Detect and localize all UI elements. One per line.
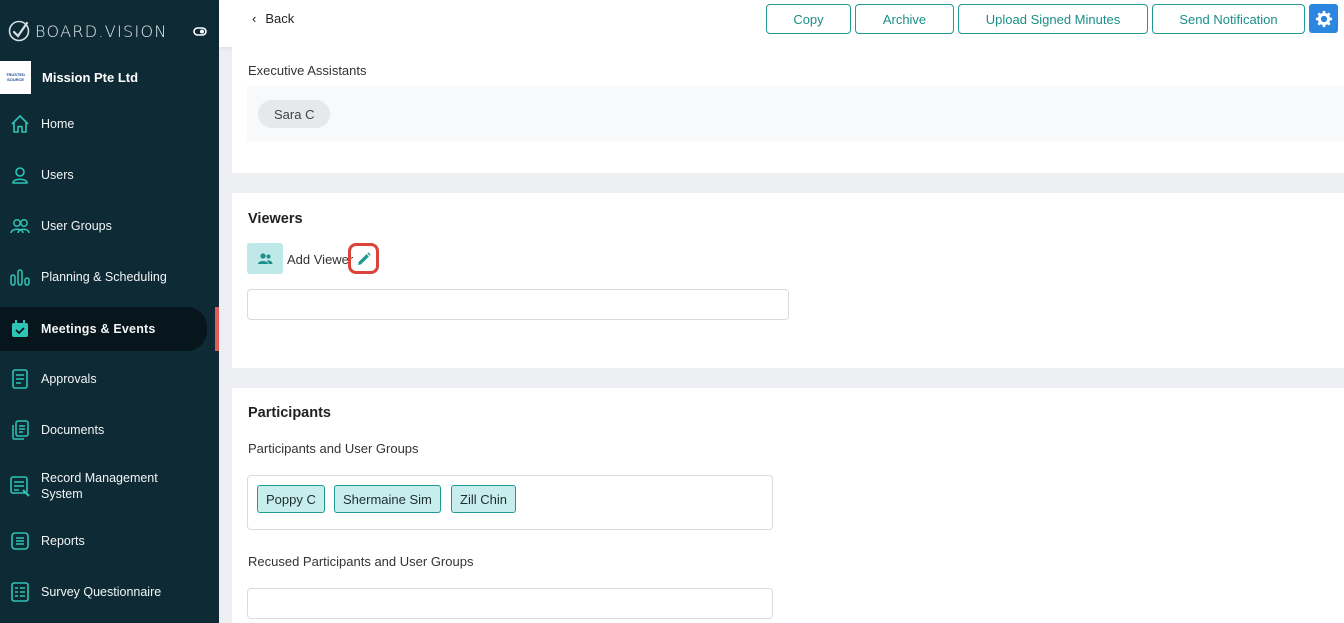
document-icon (9, 368, 31, 390)
sidebar-item-label: Documents (41, 423, 105, 437)
sidebar-item-label: Meetings & Events (41, 322, 156, 336)
home-icon (9, 113, 31, 135)
user-icon (9, 164, 31, 186)
brand: BOARD.VISION (8, 18, 213, 44)
organization-logo: TRUSTED SOURCE (0, 60, 31, 94)
record-icon (9, 475, 31, 497)
sidebar-item-meetings-events[interactable]: Meetings & Events (0, 307, 207, 351)
sidebar-item-reports[interactable]: Reports (0, 523, 219, 559)
organization-switcher[interactable]: TRUSTED SOURCE Mission Pte Ltd (0, 60, 219, 94)
users-icon (258, 252, 273, 264)
sidebar-item-home[interactable]: Home (0, 106, 219, 142)
sidebar-item-label: Planning & Scheduling (41, 270, 167, 284)
sidebar: BOARD.VISION TRUSTED SOURCE Mission Pte … (0, 0, 219, 623)
calendar-icon (9, 318, 31, 340)
pencil-icon (357, 251, 371, 265)
board-vision-logo-icon (8, 20, 30, 42)
org-logo-line-2: SOURCE (6, 77, 25, 82)
edit-viewers-button[interactable] (348, 243, 379, 274)
participant-chip[interactable]: Poppy C (257, 485, 325, 513)
copy-button[interactable]: Copy (766, 4, 851, 34)
sidebar-item-planning-scheduling[interactable]: Planning & Scheduling (0, 259, 219, 295)
sidebar-item-label: Reports (41, 534, 85, 548)
sidebar-item-documents[interactable]: Documents (0, 412, 219, 448)
list-icon (9, 530, 31, 552)
sidebar-item-label: Approvals (41, 372, 97, 386)
recused-participants-input[interactable] (247, 588, 773, 619)
sidebar-item-user-groups[interactable]: User Groups (0, 208, 219, 244)
executive-assistants-list: Sara C (247, 86, 1344, 142)
viewers-section: Viewers Add Viewer (232, 193, 1344, 368)
add-viewer-icon-button[interactable] (247, 243, 283, 274)
sidebar-item-record-management[interactable]: Record Management System (0, 467, 219, 505)
sidebar-item-label: User Groups (41, 219, 112, 233)
users-icon (9, 215, 31, 237)
participants-list-label: Participants and User Groups (248, 441, 419, 456)
gear-icon (1315, 10, 1332, 27)
documents-icon (9, 419, 31, 441)
participant-chip[interactable]: Zill Chin (451, 485, 516, 513)
sidebar-item-survey-questionnaire[interactable]: Survey Questionnaire (0, 574, 219, 610)
assistant-chip[interactable]: Sara C (258, 100, 331, 128)
sidebar-item-label: Users (41, 168, 74, 182)
viewers-title: Viewers (248, 211, 303, 227)
brand-name: BOARD.VISION (35, 21, 168, 41)
survey-icon (9, 581, 31, 603)
sidebar-item-approvals[interactable]: Approvals (0, 361, 219, 397)
back-label: Back (265, 11, 295, 26)
archive-button[interactable]: Archive (855, 4, 954, 34)
send-notification-button[interactable]: Send Notification (1152, 4, 1305, 34)
bar-chart-icon (9, 266, 31, 288)
executive-assistants-section: Executive Assistants Sara C (232, 47, 1344, 173)
sidebar-item-label: Survey Questionnaire (41, 585, 162, 599)
active-nav-marker (215, 307, 219, 351)
chevron-left-icon: ‹ (252, 11, 257, 26)
upload-signed-minutes-button[interactable]: Upload Signed Minutes (958, 4, 1148, 34)
sidebar-toggle-icon[interactable] (193, 24, 207, 38)
back-button[interactable]: ‹ Back (252, 11, 294, 26)
sidebar-item-users[interactable]: Users (0, 157, 219, 193)
sidebar-item-label: Home (41, 117, 75, 131)
add-viewer-label: Add Viewer (287, 252, 354, 267)
sidebar-item-label: Record Management System (41, 471, 158, 501)
participants-section: Participants Participants and User Group… (232, 388, 1344, 623)
participant-chip[interactable]: Shermaine Sim (334, 485, 441, 513)
settings-button[interactable] (1309, 4, 1338, 33)
top-bar: ‹ Back Copy Archive Upload Signed Minute… (219, 0, 1344, 47)
participants-input[interactable]: Poppy C Shermaine Sim Zill Chin (247, 475, 773, 530)
recused-participants-label: Recused Participants and User Groups (248, 554, 474, 569)
organization-name: Mission Pte Ltd (42, 69, 139, 85)
participants-title: Participants (248, 405, 331, 421)
viewers-input[interactable] (247, 289, 789, 320)
executive-assistants-label: Executive Assistants (248, 63, 367, 78)
